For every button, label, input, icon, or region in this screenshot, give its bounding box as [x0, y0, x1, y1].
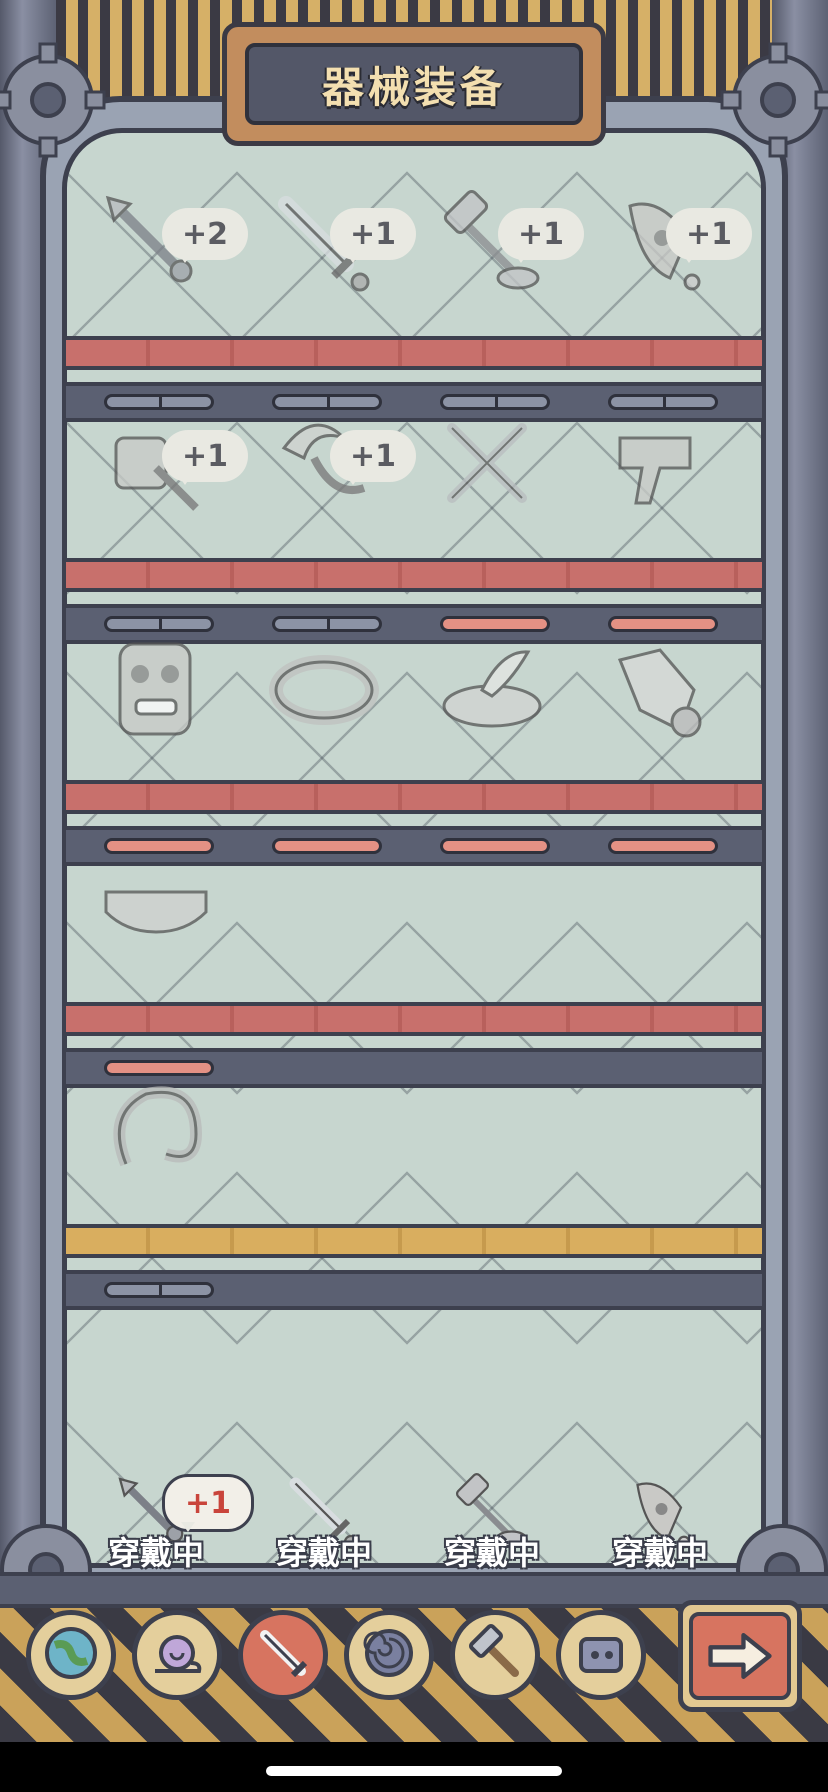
page-title: 器械装备	[321, 62, 506, 112]
level-badge: +1	[162, 430, 248, 485]
level-badge: +1	[666, 208, 752, 263]
tab-weapon[interactable]	[238, 1610, 328, 1700]
level-badge: +1	[330, 208, 416, 263]
hammer-tool-icon	[465, 1623, 525, 1687]
level-badge: +1	[330, 430, 416, 485]
blaster-gun-icon[interactable]	[600, 408, 720, 528]
equipped-label: 穿戴中	[444, 1534, 541, 1572]
shelf-board	[62, 336, 766, 370]
title-plate: 器械装备	[222, 22, 606, 146]
tab-robot[interactable]	[556, 1610, 646, 1700]
tab-spiral-shell[interactable]	[344, 1610, 434, 1700]
gauntlet-icon[interactable]	[600, 630, 720, 750]
shelf-board	[62, 1224, 766, 1258]
ring-belt-icon[interactable]	[264, 630, 384, 750]
title-screen: 器械装备	[245, 43, 583, 125]
equipped-label: 穿戴中	[276, 1534, 373, 1572]
slot-progress-bar	[608, 838, 718, 854]
slot-progress-bar	[440, 838, 550, 854]
game-screen: 器械装备 +2 +1 +1 +1 +1 +1 穿戴中 +1 穿戴中 穿戴中 穿戴中	[0, 0, 828, 1742]
crossed-blades-icon[interactable]	[432, 408, 552, 528]
slot-progress-bar	[272, 838, 382, 854]
level-badge: +1	[498, 208, 584, 263]
weapon-icon	[253, 1623, 313, 1687]
feather-slipper-icon[interactable]	[432, 630, 552, 750]
visor-icon[interactable]	[96, 852, 216, 972]
home-indicator[interactable]	[266, 1766, 562, 1776]
slot-progress-bar	[104, 1282, 214, 1298]
tiki-mask-icon[interactable]	[96, 630, 216, 750]
level-badge: +2	[162, 208, 248, 263]
tab-snail[interactable]	[132, 1610, 222, 1700]
arrow-right-icon	[689, 1612, 791, 1700]
tab-globe[interactable]	[26, 1610, 116, 1700]
level-badge: +1	[162, 1474, 254, 1532]
next-button[interactable]	[678, 1600, 802, 1712]
gear-icon	[718, 40, 828, 160]
globe-icon	[41, 1623, 101, 1687]
robot-icon	[571, 1623, 631, 1687]
gear-icon	[0, 40, 108, 160]
snail-icon	[147, 1623, 207, 1687]
tab-hammer-tool[interactable]	[450, 1610, 540, 1700]
equipped-label: 穿戴中	[612, 1534, 709, 1572]
shelf-board	[62, 1002, 766, 1036]
shelf-board	[62, 780, 766, 814]
shelf-board	[62, 558, 766, 592]
hook-icon[interactable]	[96, 1074, 216, 1194]
spiral-shell-icon	[359, 1623, 419, 1687]
